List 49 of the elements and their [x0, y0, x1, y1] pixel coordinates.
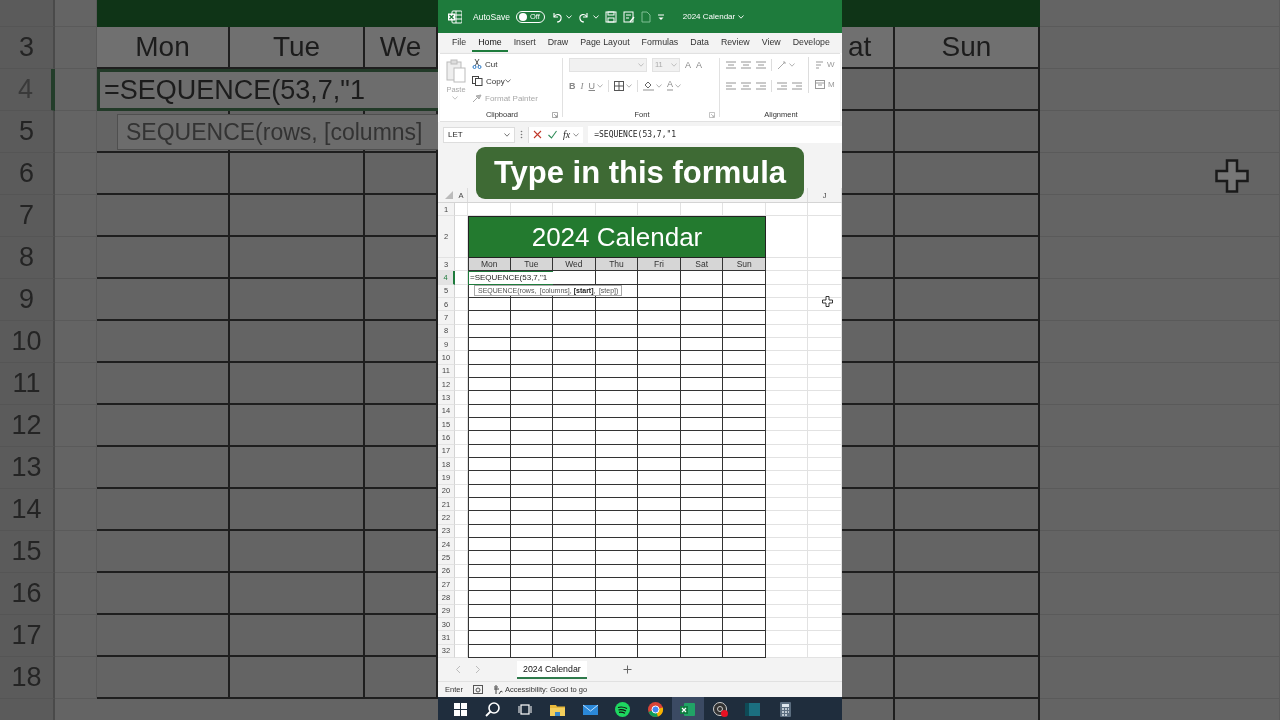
ribbon-tab[interactable]: Page Layout — [574, 34, 636, 52]
formula-field[interactable]: =SEQUENCE(53,7,"1 — [588, 126, 842, 143]
row-header: 8 — [0, 237, 55, 279]
underline-button[interactable]: U — [588, 80, 595, 91]
day-header: We — [365, 27, 438, 69]
insert-function-button[interactable]: fx — [563, 129, 571, 140]
row-header: 5 — [0, 111, 55, 153]
day-header: Sun — [723, 258, 766, 272]
ribbon-tab[interactable]: Develope — [786, 34, 836, 52]
row-header: 3 — [0, 27, 55, 69]
cell-editor: =SEQUENCE(53,7,"1 — [97, 69, 438, 111]
ribbon-tab[interactable]: Insert — [507, 34, 542, 52]
shrink-font-button[interactable]: A — [696, 59, 703, 70]
calendar-title: 2024 Calendar — [468, 216, 766, 258]
bold-button[interactable]: B — [569, 80, 576, 91]
day-header: Sun — [895, 27, 1040, 69]
day-header: Fri — [638, 258, 681, 272]
day-header: Tue — [510, 258, 554, 272]
day-header: Mon — [97, 27, 230, 69]
name-box[interactable]: LET — [443, 126, 515, 143]
row-header: 17 — [0, 615, 55, 657]
grow-font-button[interactable]: A — [685, 59, 691, 70]
cell-editor: =SEQUENCE(53,7,"1 — [468, 271, 554, 285]
ribbon-tab[interactable]: Review — [714, 34, 756, 52]
day-header: Tue — [230, 27, 365, 69]
ribbon-tab[interactable]: View — [755, 34, 787, 52]
ribbon-tab[interactable]: Data — [684, 34, 715, 52]
row-header: 9 — [0, 279, 55, 321]
copy-button[interactable]: Copy — [472, 74, 538, 88]
cut-button[interactable]: Cut — [472, 57, 538, 71]
font-color-button[interactable]: A — [667, 80, 673, 91]
ribbon-tab[interactable]: Draw — [541, 34, 575, 52]
italic-button[interactable]: I — [580, 80, 584, 91]
document-title[interactable]: 2024 Calendar — [682, 12, 736, 21]
day-header: Thu — [595, 258, 639, 272]
day-header: Mon — [468, 258, 511, 272]
caption-banner: Type in this formula — [476, 147, 804, 199]
autosave-label: AutoSave — [473, 11, 510, 22]
ribbon-tab[interactable]: Formulas — [635, 34, 685, 52]
day-header: at — [842, 27, 895, 69]
day-header: Wed — [553, 258, 596, 272]
row-header: 13 — [0, 447, 55, 489]
row-header: 12 — [0, 405, 55, 447]
function-tooltip: SEQUENCE(rows, [columns] — [117, 114, 438, 150]
sheet-tab[interactable]: 2024 Calendar — [517, 660, 587, 679]
row-header: 6 — [0, 153, 55, 195]
day-header: Sat — [680, 258, 724, 272]
row-header: 18 — [0, 657, 55, 699]
ribbon-tab[interactable]: File — [446, 34, 473, 52]
